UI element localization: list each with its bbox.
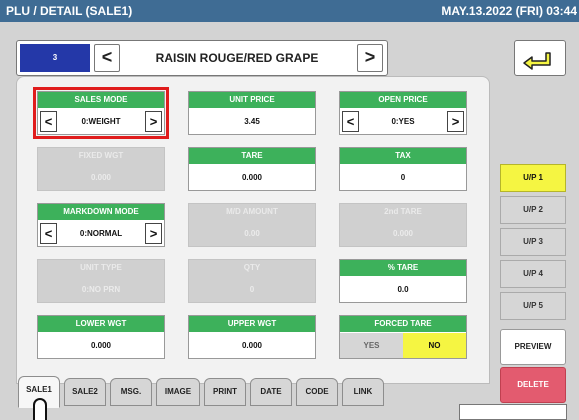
unit-price-label: UNIT PRICE <box>189 92 315 108</box>
upper-wgt-field[interactable]: UPPER WGT 0.000 <box>188 315 316 359</box>
unit-price-value: 3.45 <box>244 117 260 126</box>
fixed-wgt-value: 0.000 <box>90 173 112 182</box>
preview-button[interactable]: PREVIEW <box>500 329 566 365</box>
back-button[interactable] <box>514 40 566 76</box>
lower-wgt-value: 0.000 <box>90 341 112 350</box>
plu-name: RAISIN ROUGE/RED GRAPE <box>155 51 319 65</box>
fixed-wgt-label: FIXED WGT <box>38 148 164 164</box>
qty-label: QTY <box>189 260 315 276</box>
tare-field[interactable]: TARE 0.000 <box>188 147 316 191</box>
tax-label: TAX <box>340 148 466 164</box>
tax-field[interactable]: TAX 0 <box>339 147 467 191</box>
tax-value: 0 <box>400 173 406 182</box>
unit-type-value: 0:NO PRN <box>81 285 121 294</box>
markdown-mode-next-arrow[interactable]: > <box>145 223 162 244</box>
fixed-wgt-field: FIXED WGT 0.000 <box>37 147 165 191</box>
md-amount-label: M/D AMOUNT <box>189 204 315 220</box>
lower-wgt-label: LOWER WGT <box>38 316 164 332</box>
tare-value: 0.000 <box>241 173 263 182</box>
unit-price-tab-2[interactable]: U/P 2 <box>500 196 566 224</box>
tab-print[interactable]: PRINT <box>204 378 246 406</box>
unit-price-tab-1[interactable]: U/P 1 <box>500 164 566 192</box>
unit-price-field[interactable]: UNIT PRICE 3.45 <box>188 91 316 135</box>
unit-price-tab-4[interactable]: U/P 4 <box>500 260 566 288</box>
tab-code[interactable]: CODE <box>296 378 338 406</box>
unit-type-field: UNIT TYPE 0:NO PRN <box>37 259 165 303</box>
forced-tare-yes[interactable]: YES <box>340 333 403 358</box>
markdown-mode-label: MARKDOWN MODE <box>38 204 164 220</box>
qty-value: 0 <box>249 285 255 294</box>
qty-field: QTY 0 <box>188 259 316 303</box>
tab-msg[interactable]: MSG. <box>110 378 152 406</box>
percent-tare-value: 0.0 <box>397 285 409 294</box>
date-time: MAY.13.2022 (FRI) 03:44 <box>441 4 577 18</box>
forced-tare-field: FORCED TARE YES NO <box>339 315 467 359</box>
screen-title: PLU / DETAIL (SALE1) <box>6 4 133 18</box>
unit-type-label: UNIT TYPE <box>38 260 164 276</box>
plu-number[interactable]: 3 <box>20 44 90 72</box>
percent-tare-field[interactable]: % TARE 0.0 <box>339 259 467 303</box>
forced-tare-label: FORCED TARE <box>340 316 466 332</box>
tare-label: TARE <box>189 148 315 164</box>
percent-tare-label: % TARE <box>340 260 466 276</box>
second-tare-label: 2nd TARE <box>340 204 466 220</box>
md-amount-value: 0.00 <box>244 229 260 238</box>
lower-wgt-field[interactable]: LOWER WGT 0.000 <box>37 315 165 359</box>
status-box <box>459 404 567 420</box>
forced-tare-no[interactable]: NO <box>403 333 466 358</box>
return-arrow-icon <box>523 52 551 70</box>
upper-wgt-label: UPPER WGT <box>189 316 315 332</box>
md-amount-field: M/D AMOUNT 0.00 <box>188 203 316 247</box>
open-price-label: OPEN PRICE <box>340 92 466 108</box>
plu-navigator: 3 < RAISIN ROUGE/RED GRAPE > <box>16 40 388 76</box>
unit-price-tab-3[interactable]: U/P 3 <box>500 228 566 256</box>
tab-image[interactable]: IMAGE <box>156 378 200 406</box>
pointer-cursor-icon <box>33 398 47 420</box>
delete-button[interactable]: DELETE <box>500 367 566 403</box>
title-bar: PLU / DETAIL (SALE1) MAY.13.2022 (FRI) 0… <box>0 0 579 22</box>
selection-highlight <box>33 87 169 139</box>
next-plu-button[interactable]: > <box>357 44 383 72</box>
tab-link[interactable]: LINK <box>342 378 384 406</box>
open-price-next-arrow[interactable]: > <box>447 111 464 132</box>
unit-price-tab-5[interactable]: U/P 5 <box>500 292 566 320</box>
second-tare-field: 2nd TARE 0.000 <box>339 203 467 247</box>
open-price-field[interactable]: OPEN PRICE < 0:YES > <box>339 91 467 135</box>
upper-wgt-value: 0.000 <box>241 341 263 350</box>
markdown-mode-field[interactable]: MARKDOWN MODE < 0:NORMAL > <box>37 203 165 247</box>
second-tare-value: 0.000 <box>392 229 414 238</box>
previous-plu-button[interactable]: < <box>94 44 120 72</box>
tab-sale2[interactable]: SALE2 <box>64 378 106 406</box>
tab-date[interactable]: DATE <box>250 378 292 406</box>
